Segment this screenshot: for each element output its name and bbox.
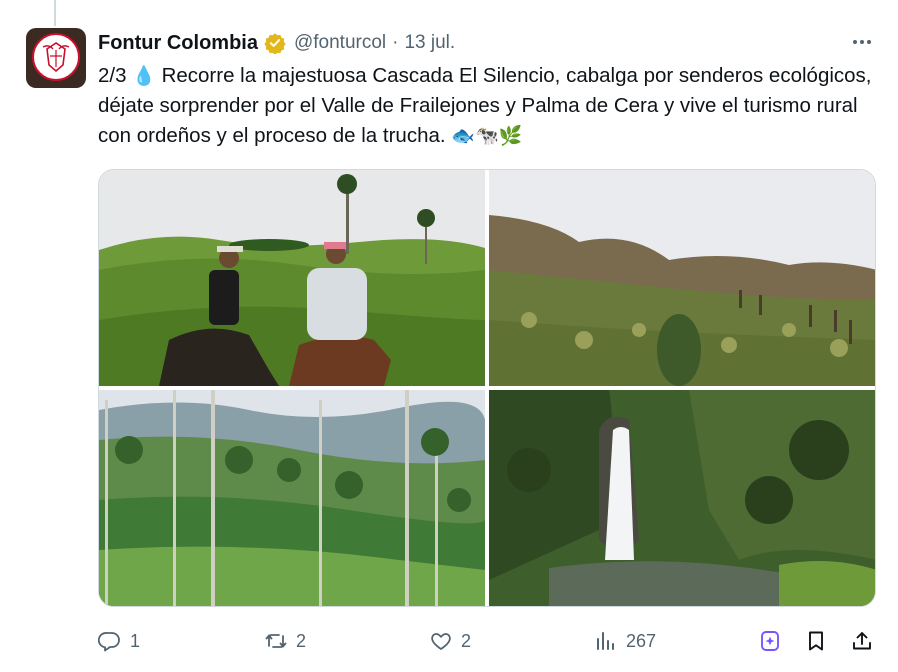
retweet-count: 2: [296, 630, 307, 651]
tweet[interactable]: Fontur Colombia @fonturcol · 13 jul. 2/3…: [0, 0, 898, 672]
bookmark-button[interactable]: [804, 624, 828, 658]
header-separator: ·: [392, 32, 399, 53]
media-grid: [98, 169, 876, 607]
tweet-date[interactable]: 13 jul.: [404, 32, 455, 54]
photo-palma-de-cera[interactable]: [99, 390, 485, 606]
more-options-button[interactable]: [846, 30, 878, 54]
share-icon: [853, 632, 871, 650]
reply-icon: [98, 632, 120, 652]
views-icon: [597, 632, 614, 650]
coat-of-arms-icon: [42, 42, 70, 73]
like-button[interactable]: 2: [429, 624, 471, 658]
grok-button[interactable]: [758, 624, 782, 658]
more-icon: [853, 40, 857, 44]
grok-icon: [761, 631, 779, 651]
retweet-icon: [265, 634, 287, 648]
bookmark-icon: [809, 631, 823, 651]
like-icon: [431, 633, 451, 650]
views-button[interactable]: 267: [594, 624, 656, 658]
author-name[interactable]: Fontur Colombia: [98, 32, 258, 55]
avatar[interactable]: [26, 28, 86, 88]
photo-horseback-riding[interactable]: [99, 170, 485, 386]
share-button[interactable]: [850, 624, 874, 658]
verified-badge-icon[interactable]: [264, 32, 286, 54]
author-handle[interactable]: @fonturcol: [294, 32, 386, 54]
views-count: 267: [626, 630, 657, 651]
tweet-actions: 1 2 2 267: [98, 624, 878, 658]
reply-button[interactable]: 1: [98, 624, 140, 658]
thread-index: 2/3: [98, 64, 127, 87]
water-drop-emoji: 💧: [132, 65, 156, 87]
like-count: 2: [461, 630, 472, 651]
tweet-header: Fontur Colombia @fonturcol · 13 jul.: [98, 30, 455, 56]
trailing-emojis: 🐟🐄🌿: [451, 125, 523, 147]
photo-valle-de-frailejones[interactable]: [489, 170, 875, 386]
photo-cascada-el-silencio[interactable]: [489, 390, 875, 606]
reply-count: 1: [130, 630, 141, 651]
retweet-button[interactable]: 2: [264, 624, 306, 658]
tweet-text: 2/3 💧 Recorre la majestuosa Cascada El S…: [98, 61, 878, 151]
